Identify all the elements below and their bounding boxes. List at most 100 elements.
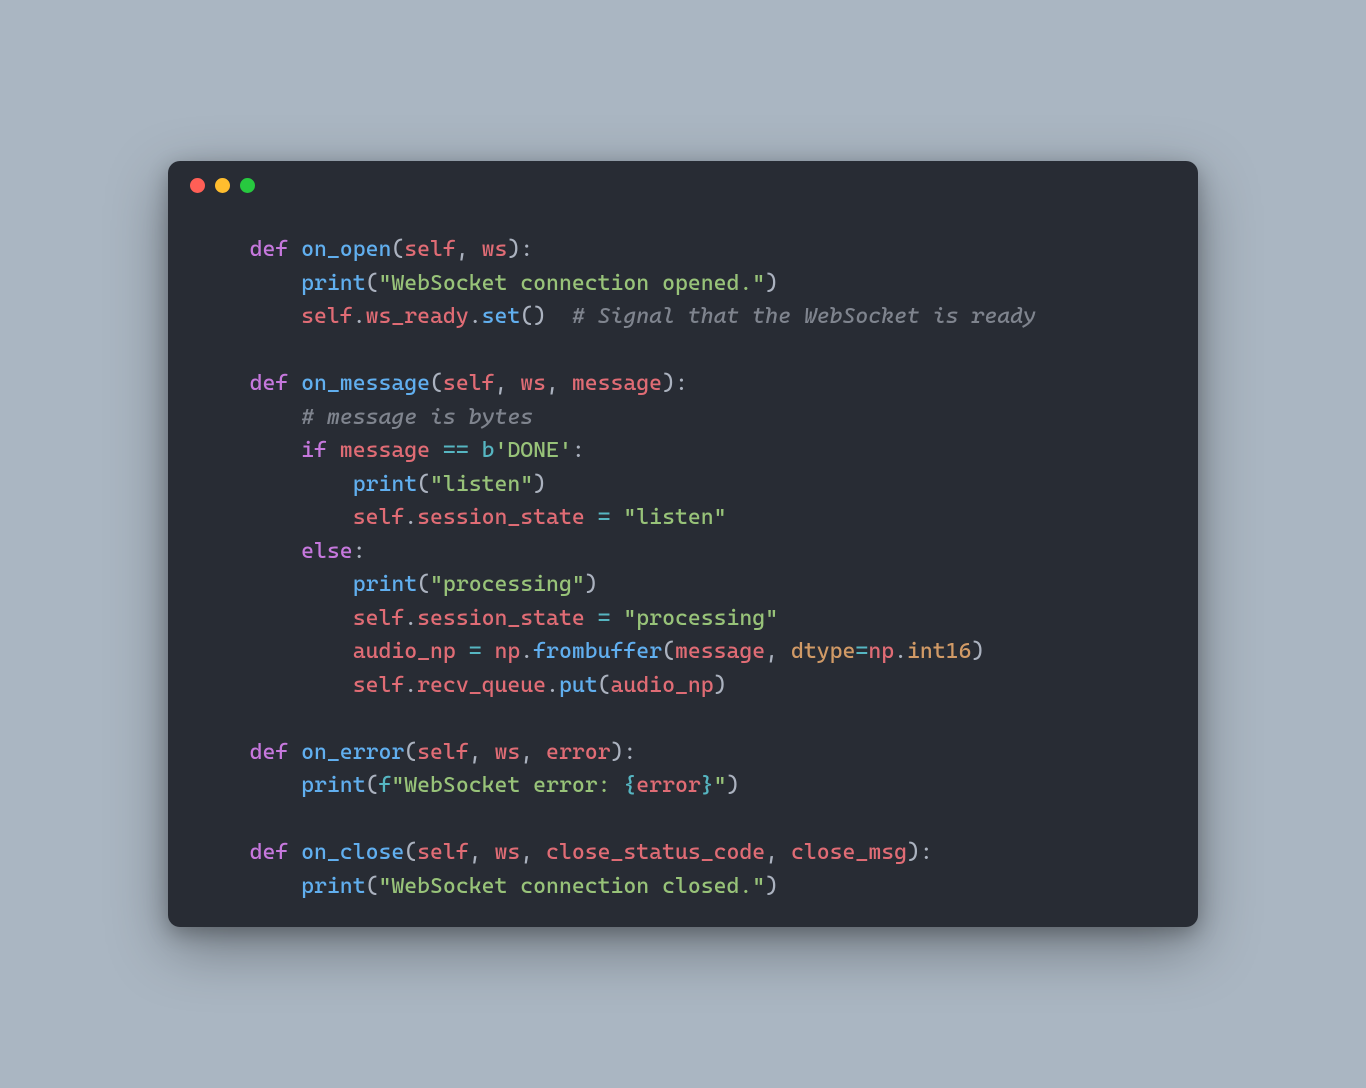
paren: ( xyxy=(391,237,404,262)
param-self: self xyxy=(443,371,495,396)
paren: ) xyxy=(533,472,546,497)
string-literal: "WebSocket connection opened." xyxy=(378,271,765,296)
param-ws: ws xyxy=(482,237,508,262)
param-self: self xyxy=(417,840,469,865)
colon: : xyxy=(353,539,366,564)
keyword-def: def xyxy=(250,237,289,262)
comma: , xyxy=(469,840,495,865)
comment: # message is bytes xyxy=(301,405,533,430)
string-literal: "listen" xyxy=(430,472,533,497)
brace: { xyxy=(623,773,636,798)
comma: , xyxy=(520,840,546,865)
param-close_msg: close_msg xyxy=(791,840,907,865)
paren: ( xyxy=(366,271,379,296)
comment: # Signal that the WebSocket is ready xyxy=(572,304,1036,329)
colon: : xyxy=(572,438,585,463)
paren: ( xyxy=(417,472,430,497)
var-np: np xyxy=(868,639,894,664)
call-print: print xyxy=(301,874,365,899)
string-literal: "WebSocket connection closed." xyxy=(378,874,765,899)
call-print: print xyxy=(301,773,365,798)
minimize-icon[interactable] xyxy=(215,178,230,193)
string-literal: " xyxy=(714,773,727,798)
param-self: self xyxy=(404,237,456,262)
comma: , xyxy=(765,840,791,865)
interp-error: error xyxy=(636,773,700,798)
paren: ( xyxy=(366,874,379,899)
comma: , xyxy=(520,740,546,765)
string-literal: "listen" xyxy=(623,505,726,530)
string-literal: "processing" xyxy=(623,606,778,631)
comma: , xyxy=(456,237,482,262)
arg-message: message xyxy=(675,639,765,664)
arg-audio_np: audio_np xyxy=(611,673,714,698)
string-literal: "processing" xyxy=(430,572,585,597)
paren: ( xyxy=(404,740,417,765)
paren: ) xyxy=(585,572,598,597)
window-titlebar xyxy=(168,161,1198,209)
bytes-prefix: b xyxy=(482,438,495,463)
paren: ( xyxy=(366,773,379,798)
keyword-else: else xyxy=(301,539,353,564)
param-self: self xyxy=(417,740,469,765)
kwarg-dtype: dtype xyxy=(791,639,855,664)
brace: } xyxy=(701,773,714,798)
attr-recv_queue: recv_queue xyxy=(417,673,546,698)
dot: . xyxy=(520,639,533,664)
attr-session_state: session_state xyxy=(417,606,585,631)
paren: ): xyxy=(507,237,533,262)
close-icon[interactable] xyxy=(190,178,205,193)
func-name: on_open xyxy=(301,237,391,262)
code-block: def on_open(self, ws): print("WebSocket … xyxy=(168,209,1198,903)
self: self xyxy=(353,673,405,698)
comma: , xyxy=(494,371,520,396)
func-name: on_message xyxy=(301,371,430,396)
fstring-prefix: f xyxy=(378,773,391,798)
func-name: on_error xyxy=(301,740,404,765)
string-literal: "WebSocket error: xyxy=(391,773,623,798)
param-message: message xyxy=(572,371,662,396)
paren: ): xyxy=(907,840,933,865)
call-frombuffer: frombuffer xyxy=(533,639,662,664)
paren: ( xyxy=(430,371,443,396)
op-eq: == xyxy=(443,438,469,463)
paren: ): xyxy=(611,740,637,765)
dot: . xyxy=(894,639,907,664)
call-print: print xyxy=(301,271,365,296)
dot: . xyxy=(469,304,482,329)
keyword-def: def xyxy=(250,740,289,765)
param-error: error xyxy=(546,740,610,765)
zoom-icon[interactable] xyxy=(240,178,255,193)
dot: . xyxy=(404,606,417,631)
var-message: message xyxy=(340,438,430,463)
op-assign: = xyxy=(598,606,611,631)
code-window: def on_open(self, ws): print("WebSocket … xyxy=(168,161,1198,927)
comma: , xyxy=(469,740,495,765)
dot: . xyxy=(546,673,559,698)
paren: ): xyxy=(662,371,688,396)
self: self xyxy=(301,304,353,329)
dot: . xyxy=(404,673,417,698)
comma: , xyxy=(765,639,791,664)
paren: ( xyxy=(662,639,675,664)
paren: ( xyxy=(404,840,417,865)
var-np: np xyxy=(494,639,520,664)
func-name: on_close xyxy=(301,840,404,865)
paren: ) xyxy=(727,773,740,798)
self: self xyxy=(353,606,405,631)
paren: ) xyxy=(971,639,984,664)
paren: ) xyxy=(765,271,778,296)
call-set: set xyxy=(482,304,521,329)
call-print: print xyxy=(353,472,417,497)
keyword-def: def xyxy=(250,840,289,865)
stage: def on_open(self, ws): print("WebSocket … xyxy=(0,0,1366,1088)
op-assign: = xyxy=(598,505,611,530)
paren: ( xyxy=(417,572,430,597)
paren: () xyxy=(520,304,546,329)
param-ws: ws xyxy=(520,371,546,396)
dot: . xyxy=(404,505,417,530)
param-close_status_code: close_status_code xyxy=(546,840,765,865)
attr-ws_ready: ws_ready xyxy=(366,304,469,329)
comma: , xyxy=(546,371,572,396)
paren: ) xyxy=(714,673,727,698)
